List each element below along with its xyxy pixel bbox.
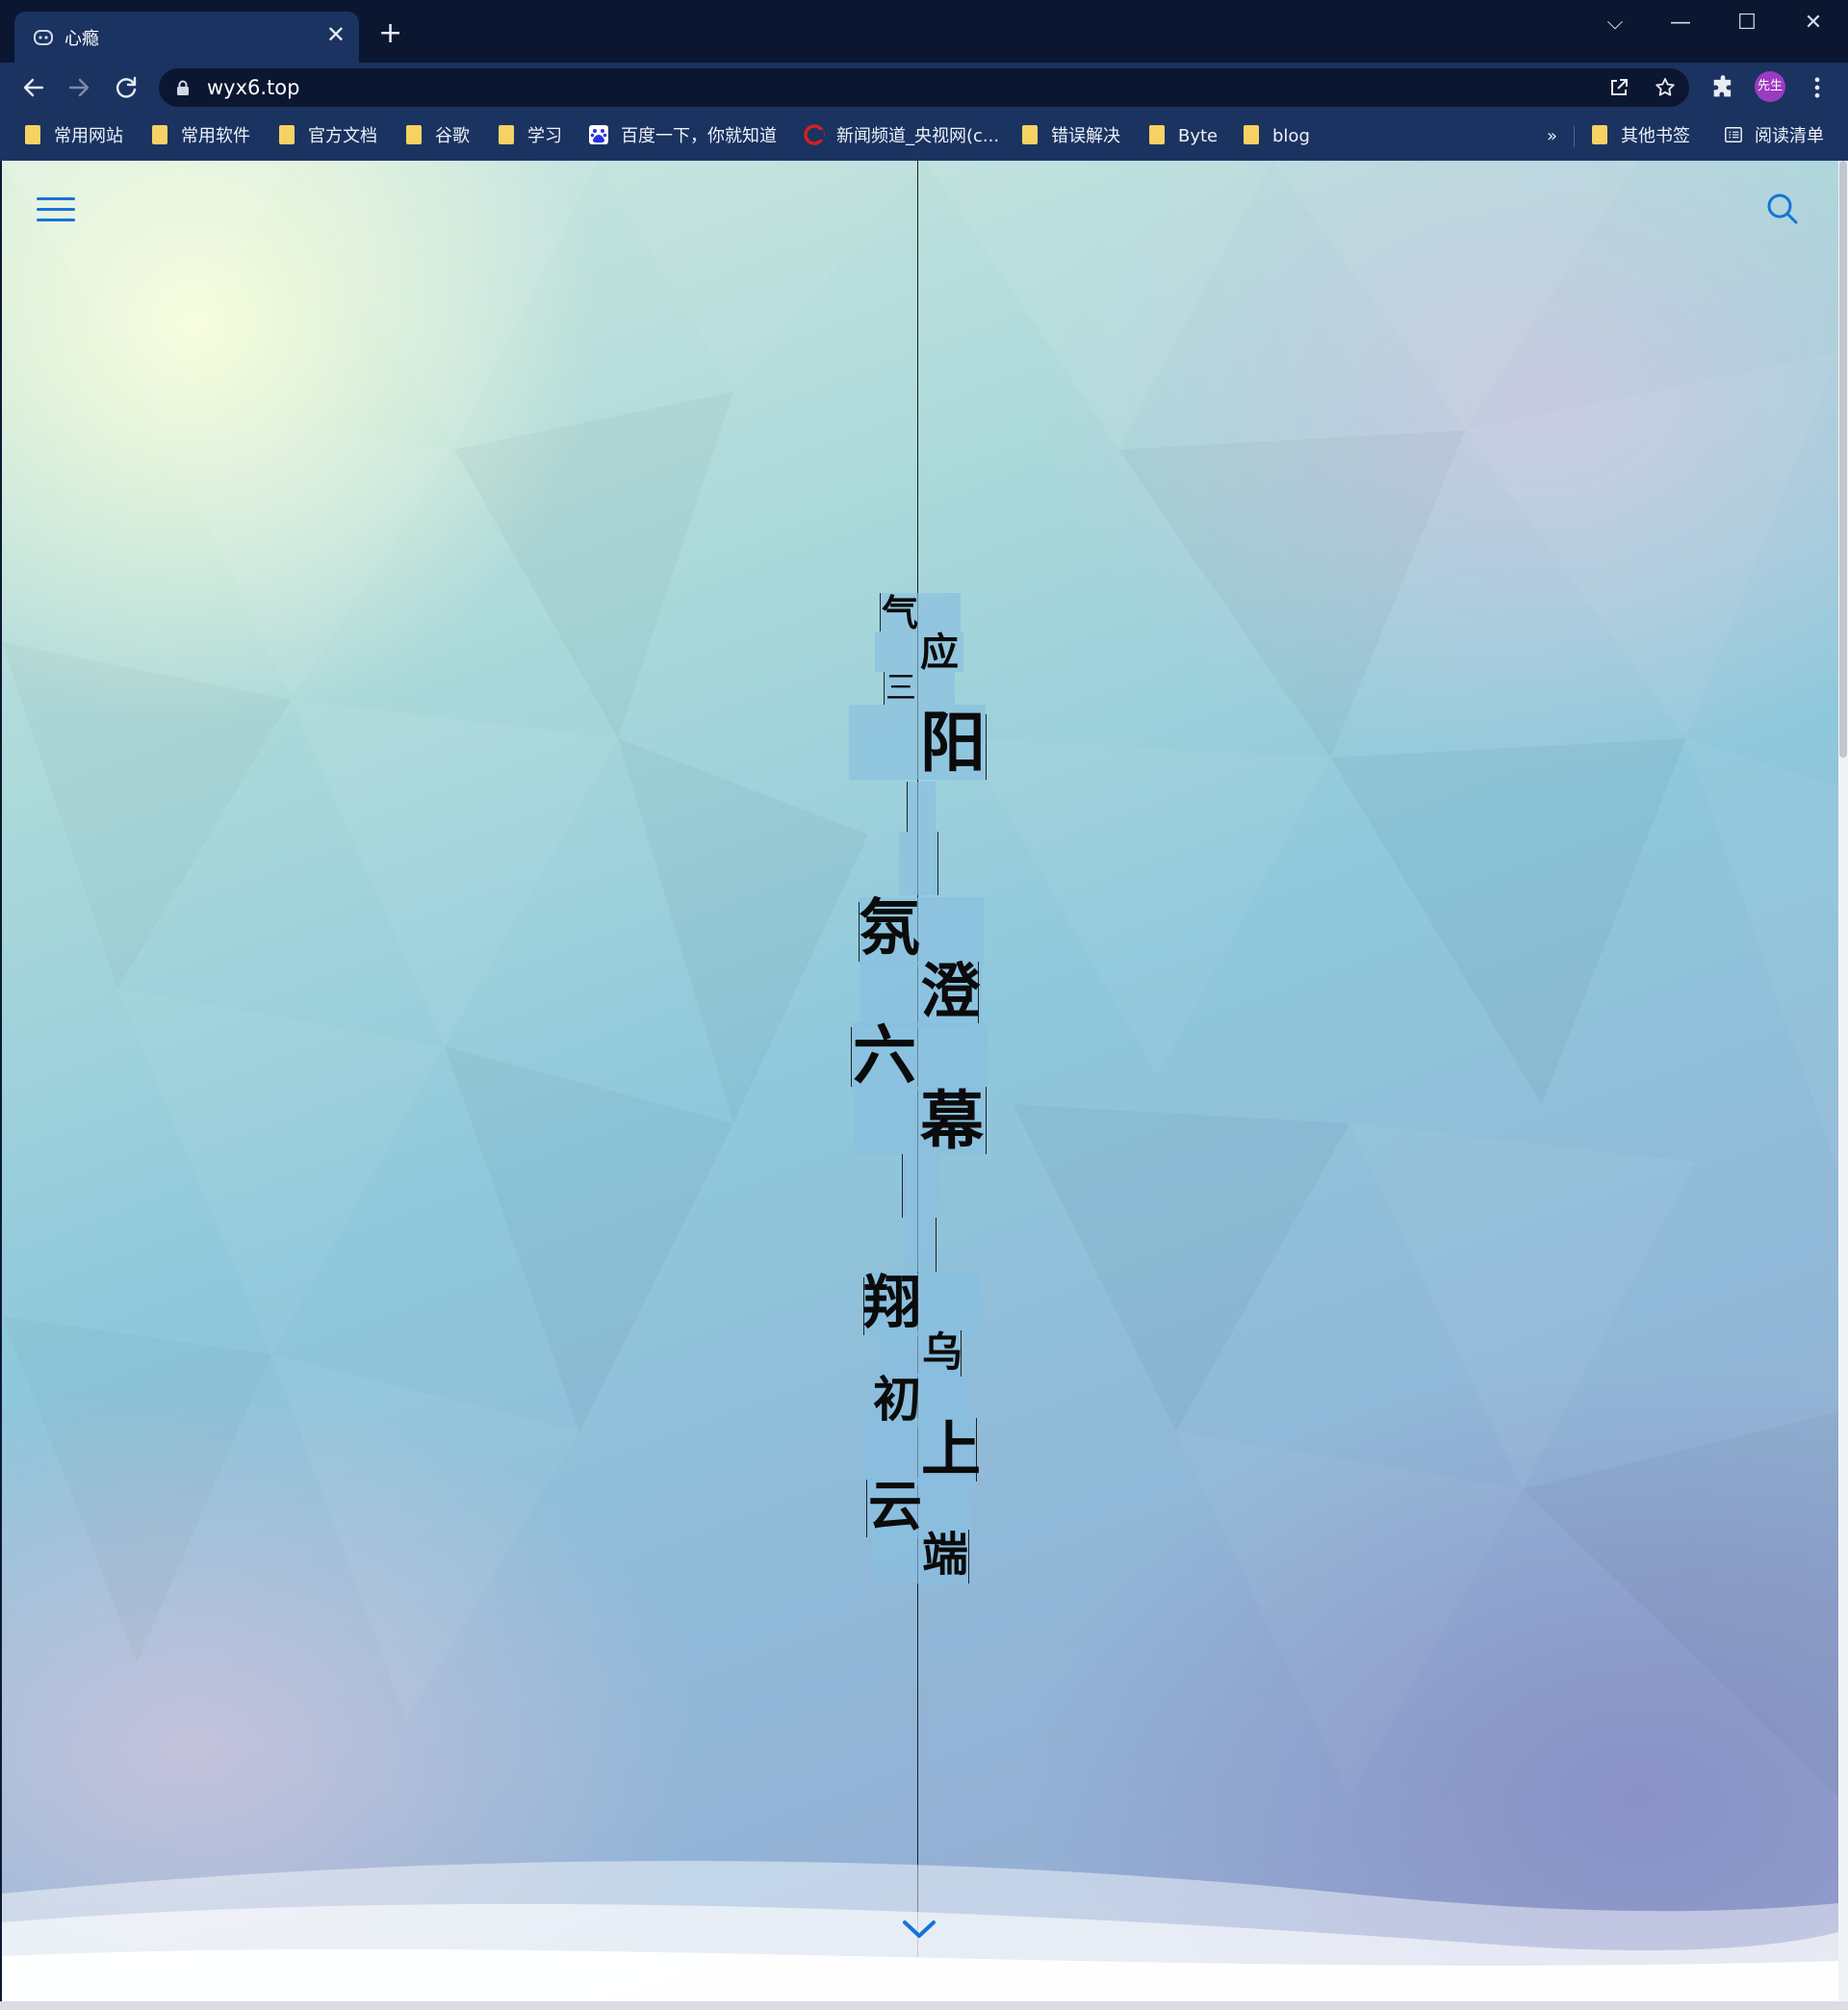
folder-icon bbox=[1592, 125, 1607, 144]
bookmarks-separator bbox=[1574, 126, 1575, 147]
decor-block bbox=[902, 1154, 938, 1218]
browser-title-bar: 心瘾 ✕ + ⌵ — ☐ ✕ bbox=[0, 0, 1848, 63]
browser-toolbar: wyx6.top 先生 bbox=[0, 63, 1848, 113]
bookmark-label: 其他书签 bbox=[1621, 126, 1690, 146]
maximize-button[interactable]: ☐ bbox=[1718, 6, 1776, 40]
bookmark-item[interactable]: Byte bbox=[1149, 124, 1218, 149]
poem-char: 翔 bbox=[863, 1270, 921, 1337]
poem-char: 应 bbox=[920, 630, 959, 675]
bookmark-item[interactable]: 常用网站 bbox=[25, 124, 123, 149]
decor-tick bbox=[880, 593, 881, 631]
bookmark-label: 学习 bbox=[527, 126, 562, 146]
poem-char: 端 bbox=[922, 1528, 969, 1582]
reading-list[interactable]: 阅读清单 bbox=[1724, 124, 1824, 149]
decor-tick bbox=[907, 782, 908, 832]
reload-icon[interactable] bbox=[111, 72, 141, 103]
poem-char: 乌 bbox=[922, 1328, 963, 1376]
scrollbar-thumb[interactable] bbox=[1839, 161, 1847, 758]
bookmark-item[interactable]: 官方文档 bbox=[279, 124, 377, 149]
folder-icon bbox=[1149, 125, 1165, 144]
bookmark-item[interactable]: 新闻频道_央视网(c... bbox=[804, 124, 999, 149]
poem-char: 阳 bbox=[920, 705, 987, 782]
decor-block bbox=[907, 782, 936, 832]
bookmark-item[interactable]: 学习 bbox=[499, 124, 562, 149]
decor-tick bbox=[986, 1087, 987, 1154]
folder-icon bbox=[152, 125, 167, 144]
tab-close-icon[interactable]: ✕ bbox=[326, 21, 346, 48]
bookmark-label: 新闻频道_央视网(c... bbox=[836, 126, 1000, 146]
bookmark-item[interactable]: 百度一下，你就知道 bbox=[588, 124, 777, 149]
folder-icon bbox=[279, 125, 295, 144]
decor-tick bbox=[851, 1027, 852, 1087]
folder-icon bbox=[499, 125, 514, 144]
folder-icon bbox=[1244, 125, 1259, 144]
url-text[interactable]: wyx6.top bbox=[207, 76, 299, 99]
decor-tick bbox=[884, 672, 885, 705]
poem-char: 氛 bbox=[859, 892, 920, 965]
decor-tick bbox=[937, 832, 938, 895]
other-bookmarks[interactable]: 其他书签 bbox=[1592, 124, 1690, 149]
bookmark-item[interactable]: blog bbox=[1244, 124, 1310, 149]
poem-char: 云 bbox=[868, 1475, 922, 1538]
window-bottom-edge bbox=[0, 2001, 1848, 2010]
decor-tick bbox=[902, 1154, 903, 1218]
decor-block bbox=[905, 1218, 936, 1272]
bookmarks-bar: 常用网站 常用软件 官方文档 谷歌 学习 百度一下，你就知道 新闻频道_央视网(… bbox=[0, 113, 1848, 161]
extensions-icon[interactable] bbox=[1709, 74, 1736, 101]
bookmark-star-icon[interactable] bbox=[1654, 76, 1677, 99]
back-arrow-icon[interactable] bbox=[18, 72, 49, 103]
baidu-icon bbox=[589, 125, 608, 144]
bookmark-label: blog bbox=[1272, 126, 1310, 146]
decor-block bbox=[899, 832, 937, 895]
page-viewport: 气 应 三 阳 氛 澄 六 幕 翔 乌 初 上 云 端 bbox=[2, 161, 1838, 2001]
bookmark-label: 谷歌 bbox=[435, 126, 470, 146]
bookmarks-overflow-button[interactable]: » bbox=[1547, 124, 1557, 149]
decor-tick bbox=[936, 1218, 937, 1272]
share-icon[interactable] bbox=[1607, 76, 1630, 99]
bookmark-label: 常用软件 bbox=[181, 126, 250, 146]
bookmark-label: 常用网站 bbox=[54, 126, 123, 146]
folder-icon bbox=[406, 125, 422, 144]
poem-char: 上 bbox=[921, 1414, 982, 1484]
search-icon[interactable] bbox=[1765, 192, 1800, 226]
bookmark-item[interactable]: 常用软件 bbox=[152, 124, 250, 149]
cctv-icon bbox=[804, 124, 825, 145]
reading-list-icon bbox=[1725, 127, 1742, 142]
address-bar[interactable]: wyx6.top bbox=[159, 68, 1689, 107]
poem-char: 气 bbox=[882, 591, 919, 634]
bookmark-item[interactable]: 错误解决 bbox=[1022, 124, 1120, 149]
more-menu-icon[interactable] bbox=[1804, 74, 1831, 101]
hamburger-menu-icon[interactable] bbox=[37, 195, 75, 224]
poem-char: 幕 bbox=[920, 1083, 984, 1158]
page-scrollbar[interactable] bbox=[1838, 161, 1848, 2001]
profile-avatar[interactable]: 先生 bbox=[1755, 71, 1785, 102]
bookmark-label: 官方文档 bbox=[308, 126, 377, 146]
scroll-down-chevron-icon[interactable] bbox=[902, 1918, 937, 1941]
tab-search-dropdown-icon[interactable]: ⌵ bbox=[1586, 6, 1644, 40]
bookmark-label: 错误解决 bbox=[1051, 126, 1120, 146]
bookmark-label: 阅读清单 bbox=[1755, 126, 1824, 146]
decor-tick bbox=[986, 714, 987, 780]
minimize-button[interactable]: — bbox=[1652, 6, 1709, 40]
bookmark-label: Byte bbox=[1178, 126, 1219, 146]
decor-tick bbox=[968, 1530, 969, 1584]
poem-char: 澄 bbox=[920, 956, 981, 1026]
lock-icon[interactable] bbox=[176, 80, 190, 95]
forward-arrow-icon[interactable] bbox=[64, 72, 94, 103]
tab-title: 心瘾 bbox=[64, 29, 99, 49]
poem-char: 三 bbox=[886, 669, 917, 706]
browser-tab[interactable]: 心瘾 ✕ bbox=[14, 12, 359, 63]
tab-favicon-icon bbox=[34, 30, 53, 45]
bookmark-item[interactable]: 谷歌 bbox=[406, 124, 470, 149]
bookmark-label: 百度一下，你就知道 bbox=[621, 126, 777, 146]
poem-char: 六 bbox=[853, 1018, 916, 1093]
folder-icon bbox=[25, 125, 40, 144]
new-tab-button[interactable]: + bbox=[378, 19, 402, 48]
folder-icon bbox=[1022, 125, 1038, 144]
poem-char: 初 bbox=[873, 1371, 921, 1428]
close-window-button[interactable]: ✕ bbox=[1784, 6, 1842, 40]
decor-tick bbox=[866, 1480, 867, 1537]
